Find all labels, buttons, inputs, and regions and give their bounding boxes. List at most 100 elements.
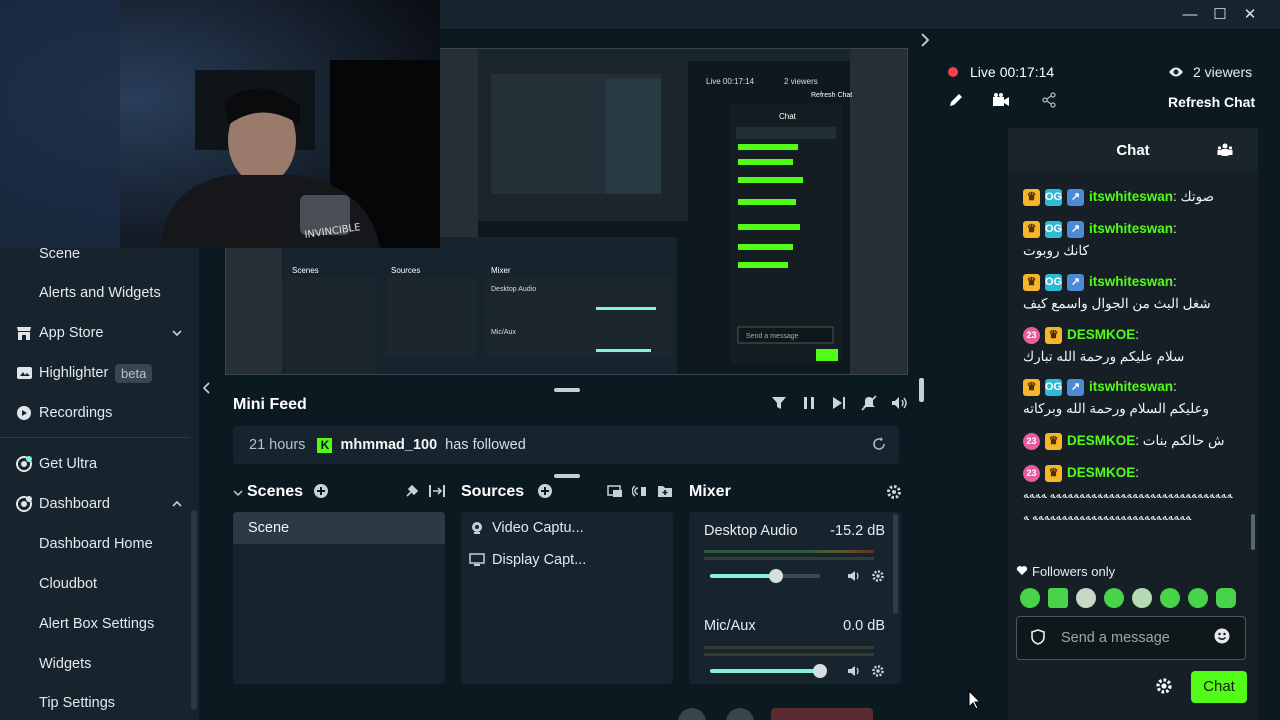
chat-message[interactable]: ♛ OG ↗ itswhiteswan: كانك روبوت (1023, 218, 1233, 262)
scene-transition-icon[interactable] (403, 482, 421, 500)
scene-item[interactable]: Scene (233, 512, 445, 544)
mixer-settings-icon[interactable] (885, 483, 903, 501)
shield-icon[interactable] (1031, 629, 1047, 645)
subscriber-badge-icon: 23 (1023, 432, 1040, 450)
volume-slider[interactable] (710, 664, 827, 678)
volume-slider[interactable] (710, 569, 820, 583)
scenes-collapse-icon[interactable] (232, 486, 244, 498)
pause-icon[interactable] (800, 394, 818, 412)
chevron-down-icon[interactable] (171, 327, 183, 339)
chat-message[interactable]: ♛ OG ↗ itswhiteswan: وعليكم السلام ورحمة… (1023, 376, 1233, 420)
chat-message[interactable]: ♛ OG ↗ itswhiteswan: صوتك (1023, 186, 1233, 208)
sidebar-item-highlighter[interactable]: Highlighter beta (0, 355, 190, 391)
live-duration: 00:17:14 (999, 64, 1055, 80)
monitor-icon (469, 552, 485, 568)
collapse-sidebar-icon[interactable] (200, 380, 214, 396)
emoji-icon[interactable] (1213, 627, 1231, 645)
skip-icon[interactable] (830, 394, 848, 412)
chat-username[interactable]: DESMKOE (1067, 462, 1135, 484)
chat-username[interactable]: itswhiteswan (1089, 376, 1173, 398)
emote-icon[interactable] (1104, 588, 1124, 608)
gear-icon[interactable] (870, 568, 886, 584)
chat-scrollbar[interactable] (1251, 514, 1255, 550)
emote-icon[interactable] (1076, 588, 1096, 608)
emote-icon[interactable] (1132, 588, 1152, 608)
volume-slider-knob[interactable] (769, 569, 783, 583)
emote-icon[interactable] (1020, 588, 1040, 608)
sources-list: Video Captu... Display Capt... (461, 512, 673, 684)
add-source-icon[interactable] (536, 482, 554, 500)
chat-message[interactable]: 23 ♛ DESMKOE: ش حالكم بنات (1023, 430, 1233, 452)
share-icon[interactable] (1040, 91, 1058, 109)
chevron-up-icon[interactable] (171, 498, 183, 510)
sidebar-item-app-store[interactable]: App Store (0, 315, 190, 351)
preview-scrollbar[interactable] (919, 378, 924, 402)
scene-collection-icon[interactable] (992, 91, 1010, 109)
sidebar-item-tip-settings[interactable]: Tip Settings (0, 685, 190, 720)
chat-username[interactable]: DESMKOE (1067, 324, 1135, 346)
sidebar-item-dashboard[interactable]: Dashboard (0, 486, 190, 522)
maximize-button[interactable]: ☐ (1210, 5, 1230, 25)
sidebar-item-recordings[interactable]: Recordings (0, 395, 190, 431)
chat-username[interactable]: itswhiteswan (1089, 271, 1173, 293)
volume-slider-knob[interactable] (813, 664, 827, 678)
heart-icon (1016, 564, 1028, 579)
close-button[interactable]: ✕ (1240, 5, 1260, 25)
chat-send-button[interactable]: Chat (1191, 671, 1247, 703)
emote-icon[interactable] (1048, 588, 1068, 608)
chat-message[interactable]: 23 ♛ DESMKOE: ﻪﻪﻪﻪﻪﻪﻪﻪﻪﻪﻪﻪﻪﻪﻪﻪﻪﻪﻪﻪﻪﻪﻪﻪﻪﻪ… (1023, 462, 1233, 528)
footer-bar (218, 702, 918, 720)
source-audio-icon[interactable] (631, 482, 649, 500)
chat-message-input[interactable] (1061, 627, 1211, 649)
repeat-alert-icon[interactable] (871, 436, 887, 457)
source-item[interactable]: Video Captu... (469, 516, 584, 540)
emote-icon[interactable] (1160, 588, 1180, 608)
chat-message[interactable]: 23 ♛ DESMKOE: سلام عليكم ورحمة الله تبار… (1023, 324, 1233, 368)
sidebar-item-get-ultra[interactable]: Get Ultra (0, 446, 190, 482)
mixer-scrollbar[interactable] (893, 514, 898, 614)
scenes-list: Scene (233, 512, 445, 684)
chevron-right-icon[interactable] (918, 30, 932, 50)
emote-icon[interactable] (1188, 588, 1208, 608)
chat-header: Chat (1008, 128, 1258, 172)
svg-text:Mic/Aux: Mic/Aux (491, 329, 516, 336)
studio-mode-icon[interactable] (428, 482, 446, 500)
volume-slider-fill (710, 574, 776, 578)
og-badge-icon: OG (1045, 273, 1062, 291)
resize-handle[interactable] (554, 474, 580, 478)
source-item[interactable]: Display Capt... (469, 548, 586, 572)
refresh-chat-button[interactable]: Refresh Chat (1168, 94, 1255, 110)
footer-round-button[interactable] (726, 708, 754, 720)
sidebar-item-dashboard-home[interactable]: Dashboard Home (0, 526, 190, 562)
emote-icon[interactable] (1216, 588, 1236, 608)
chat-username[interactable]: itswhiteswan (1089, 218, 1173, 240)
speaker-icon[interactable] (846, 568, 862, 584)
gear-icon[interactable] (870, 663, 886, 679)
chat-settings-icon[interactable] (1154, 676, 1174, 696)
svg-text:2 viewers: 2 viewers (784, 77, 818, 86)
add-folder-icon[interactable] (656, 482, 674, 500)
chat-username[interactable]: itswhiteswan (1089, 186, 1173, 208)
sidebar-item-cloudbot[interactable]: Cloudbot (0, 566, 190, 602)
sidebar-item-alert-box-settings[interactable]: Alert Box Settings (0, 606, 190, 642)
add-scene-icon[interactable] (312, 482, 330, 500)
source-group-icon[interactable] (606, 482, 624, 500)
footer-round-button[interactable] (678, 708, 706, 720)
sidebar-item-widgets[interactable]: Widgets (0, 646, 190, 682)
edit-stream-icon[interactable] (947, 91, 965, 109)
go-live-button[interactable] (771, 708, 873, 720)
minimize-button[interactable]: — (1180, 5, 1200, 25)
feed-event-row[interactable]: 21 hours K mhmmad_100 has followed (233, 426, 899, 464)
sidebar-item-label: Tip Settings (39, 695, 116, 711)
chat-text: وعليكم السلام ورحمة الله وبركاته (1023, 401, 1210, 416)
filter-icon[interactable] (770, 394, 788, 412)
crown-badge-icon: ♛ (1023, 220, 1040, 238)
volume-icon[interactable] (890, 394, 908, 412)
sidebar-scrollbar[interactable] (191, 510, 197, 710)
mute-alerts-icon[interactable] (860, 394, 878, 412)
chatters-icon[interactable] (1216, 141, 1234, 159)
speaker-icon[interactable] (846, 663, 862, 679)
chat-message[interactable]: ♛ OG ↗ itswhiteswan: شغل البث من الجوال … (1023, 271, 1233, 315)
sidebar-item-alerts-widgets[interactable]: Alerts and Widgets (0, 275, 190, 311)
chat-username[interactable]: DESMKOE (1067, 430, 1135, 452)
